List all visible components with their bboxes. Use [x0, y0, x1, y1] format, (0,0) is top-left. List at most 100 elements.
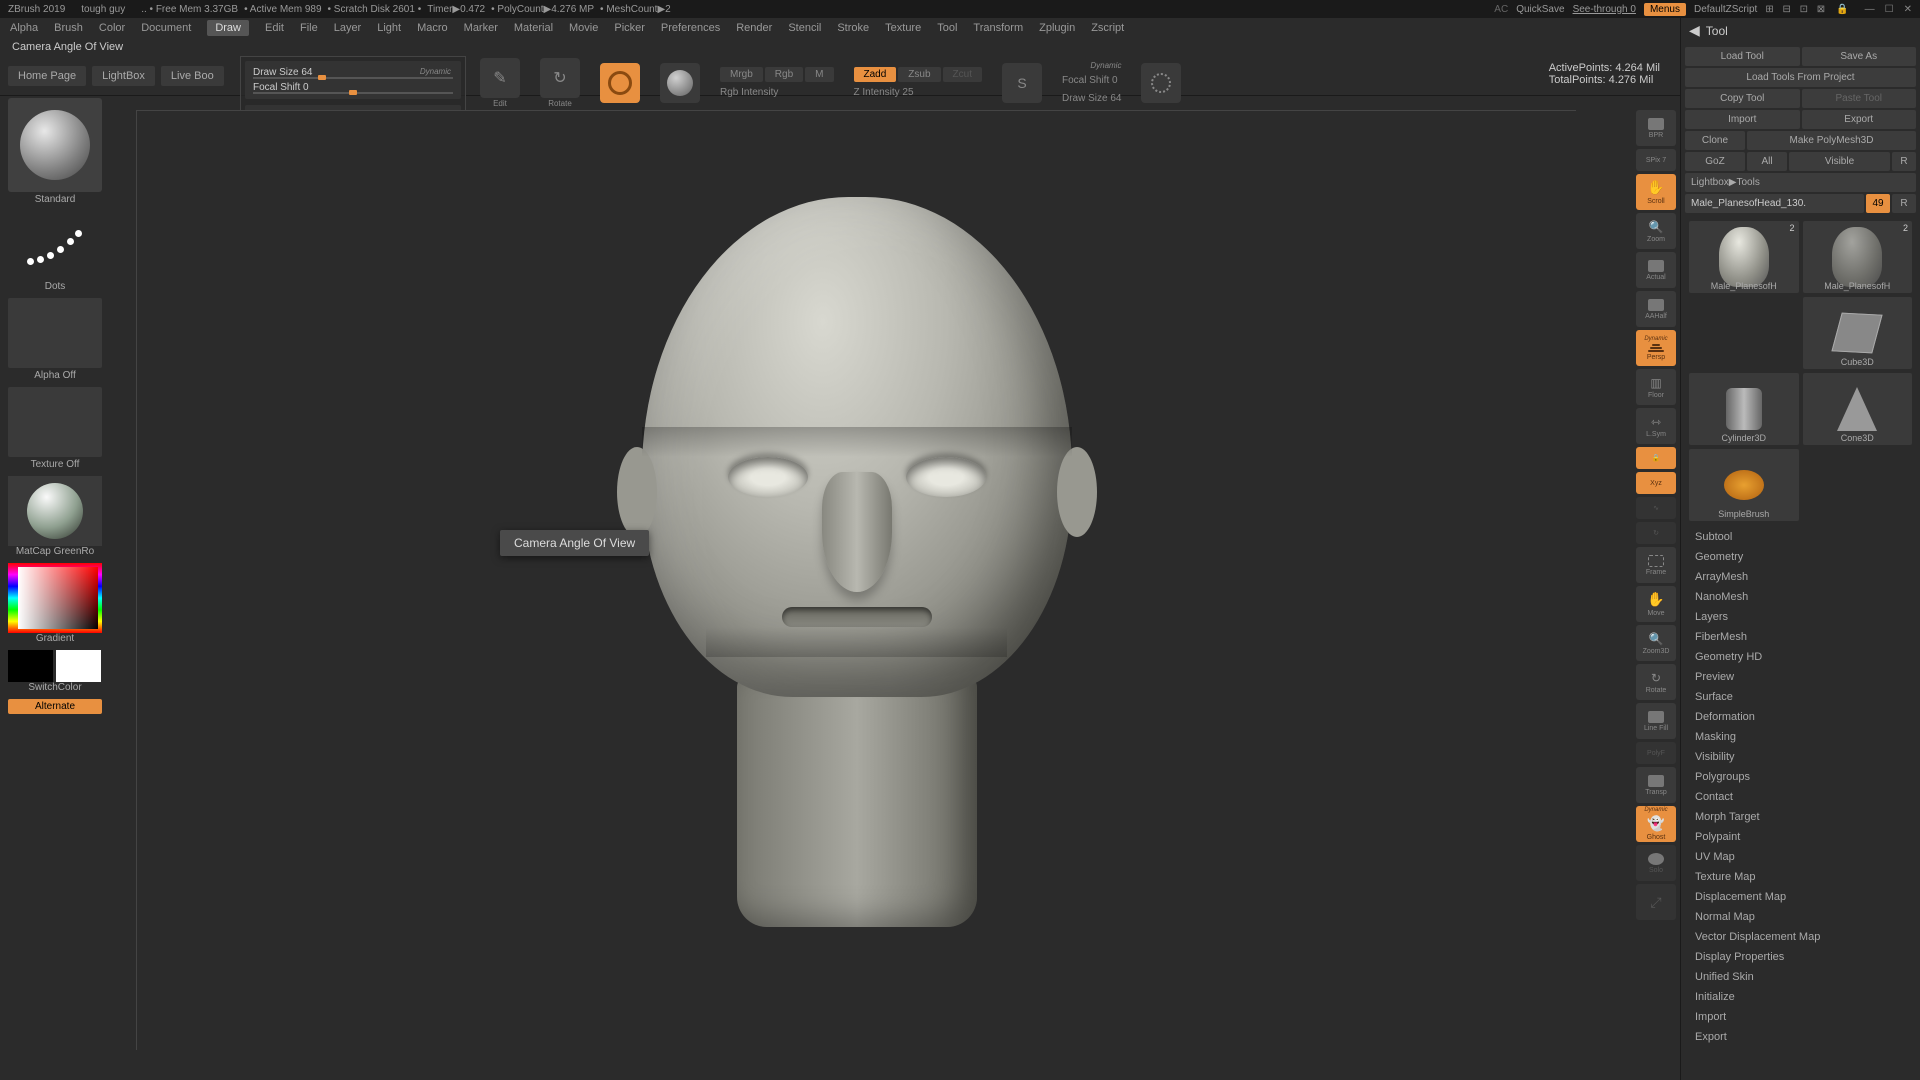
sym-curve-icon[interactable]: ∿ — [1636, 497, 1676, 519]
section-layers[interactable]: Layers — [1681, 607, 1920, 627]
mesh-name[interactable]: Male_PlanesofHead_130. — [1685, 194, 1864, 213]
menu-brush[interactable]: Brush — [54, 22, 83, 34]
menu-marker[interactable]: Marker — [464, 22, 498, 34]
section-displayprops[interactable]: Display Properties — [1681, 947, 1920, 967]
rotate-mode-icon[interactable]: ↻ — [540, 58, 580, 98]
all-button[interactable]: All — [1747, 152, 1787, 171]
menu-movie[interactable]: Movie — [569, 22, 598, 34]
m-button[interactable]: M — [805, 67, 833, 82]
save-as-button[interactable]: Save As — [1802, 47, 1917, 66]
section-polypaint[interactable]: Polypaint — [1681, 827, 1920, 847]
menu-texture[interactable]: Texture — [885, 22, 921, 34]
menu-preferences[interactable]: Preferences — [661, 22, 720, 34]
home-page-button[interactable]: Home Page — [8, 66, 86, 86]
tool-thumb-1[interactable]: 2Male_PlanesofH — [1803, 221, 1913, 293]
minimize-icon[interactable]: — — [1865, 4, 1875, 15]
load-project-button[interactable]: Load Tools From Project — [1685, 68, 1916, 87]
section-export2[interactable]: Export — [1681, 1027, 1920, 1047]
section-geometry[interactable]: Geometry — [1681, 547, 1920, 567]
stroke-thumbnail[interactable] — [8, 211, 102, 281]
lock-icon[interactable]: 🔒 — [1836, 4, 1848, 15]
draw-mode-icon[interactable] — [600, 63, 640, 103]
viewport[interactable] — [136, 110, 1576, 1050]
expand-icon[interactable]: ⤢ — [1636, 884, 1676, 920]
tool-thumb-2[interactable]: Cube3D — [1803, 297, 1913, 369]
section-uvmap[interactable]: UV Map — [1681, 847, 1920, 867]
move-button[interactable]: ✋Move — [1636, 586, 1676, 622]
frame-button[interactable]: Frame — [1636, 547, 1676, 583]
section-contact[interactable]: Contact — [1681, 787, 1920, 807]
section-geometryhd[interactable]: Geometry HD — [1681, 647, 1920, 667]
make-polymesh-button[interactable]: Make PolyMesh3D — [1747, 131, 1916, 150]
z-intensity-slider[interactable]: Z Intensity 25 — [854, 85, 982, 100]
focal-shift-slider[interactable]: Focal Shift 0 — [1062, 73, 1121, 88]
section-nanomesh[interactable]: NanoMesh — [1681, 587, 1920, 607]
brush-thumbnail[interactable] — [8, 98, 102, 192]
section-displacementmap[interactable]: Displacement Map — [1681, 887, 1920, 907]
section-surface[interactable]: Surface — [1681, 687, 1920, 707]
menu-transform[interactable]: Transform — [973, 22, 1023, 34]
menu-color[interactable]: Color — [99, 22, 125, 34]
clone-button[interactable]: Clone — [1685, 131, 1745, 150]
brush-size-preview-icon[interactable] — [1141, 63, 1181, 103]
rgb-intensity-slider[interactable]: Rgb Intensity — [720, 85, 834, 100]
menu-layer[interactable]: Layer — [334, 22, 362, 34]
bpr-button[interactable]: BPR — [1636, 110, 1676, 146]
menu-light[interactable]: Light — [377, 22, 401, 34]
alternate-button[interactable]: Alternate — [8, 699, 102, 714]
sculpt-mesh[interactable] — [642, 197, 1072, 927]
sym-rotate-icon[interactable]: ↻ — [1636, 522, 1676, 544]
menu-zscript[interactable]: Zscript — [1091, 22, 1124, 34]
section-morphtarget[interactable]: Morph Target — [1681, 807, 1920, 827]
import-button[interactable]: Import — [1685, 110, 1800, 129]
section-import2[interactable]: Import — [1681, 1007, 1920, 1027]
seethrough-slider[interactable]: See-through 0 — [1573, 4, 1636, 15]
menu-picker[interactable]: Picker — [614, 22, 645, 34]
rotate3d-button[interactable]: ↻Rotate — [1636, 664, 1676, 700]
menu-stroke[interactable]: Stroke — [837, 22, 869, 34]
tool-thumb-3[interactable]: Cylinder3D — [1689, 373, 1799, 445]
color-swatch-white[interactable] — [56, 650, 101, 682]
section-deformation[interactable]: Deformation — [1681, 707, 1920, 727]
tool-thumb-0[interactable]: 2Male_PlanesofH — [1689, 221, 1799, 293]
section-subtool[interactable]: Subtool — [1681, 527, 1920, 547]
menu-zplugin[interactable]: Zplugin — [1039, 22, 1075, 34]
zoom-button[interactable]: 🔍Zoom — [1636, 213, 1676, 249]
texture-thumbnail[interactable] — [8, 387, 102, 457]
tool-header[interactable]: ◀Tool — [1681, 18, 1920, 43]
spix-slider[interactable]: SPix 7 — [1636, 149, 1676, 171]
section-arraymesh[interactable]: ArrayMesh — [1681, 567, 1920, 587]
floor-button[interactable]: ▥Floor — [1636, 369, 1676, 405]
persp-button[interactable]: DynamicPersp — [1636, 330, 1676, 366]
s-curve-icon[interactable]: S — [1002, 63, 1042, 103]
load-tool-button[interactable]: Load Tool — [1685, 47, 1800, 66]
layout-icons[interactable]: ⊞ ⊟ ⊡ ⊠ — [1765, 4, 1828, 15]
quicksave-button[interactable]: QuickSave — [1516, 4, 1564, 15]
color-swatch-black[interactable] — [8, 650, 53, 682]
lsym-button[interactable]: ⇿L.Sym — [1636, 408, 1676, 444]
zadd-button[interactable]: Zadd — [854, 67, 897, 82]
section-visibility[interactable]: Visibility — [1681, 747, 1920, 767]
menu-material[interactable]: Material — [514, 22, 553, 34]
section-vdm[interactable]: Vector Displacement Map — [1681, 927, 1920, 947]
menu-file[interactable]: File — [300, 22, 318, 34]
aahalf-button[interactable]: AAHalf — [1636, 291, 1676, 327]
lock-sym-icon[interactable]: 🔒 — [1636, 447, 1676, 469]
visible-button[interactable]: Visible — [1789, 152, 1890, 171]
goz-button[interactable]: GoZ — [1685, 152, 1745, 171]
edit-mode-icon[interactable]: ✎ — [480, 58, 520, 98]
lightbox-tools-button[interactable]: Lightbox▶Tools — [1685, 173, 1916, 192]
menu-draw[interactable]: Draw — [207, 20, 249, 36]
mesh-num[interactable]: 49 — [1866, 194, 1890, 213]
menu-document[interactable]: Document — [141, 22, 191, 34]
live-boolean-button[interactable]: Live Boo — [161, 66, 224, 86]
ghost-button[interactable]: Dynamic👻Ghost — [1636, 806, 1676, 842]
section-fibermesh[interactable]: FiberMesh — [1681, 627, 1920, 647]
section-initialize[interactable]: Initialize — [1681, 987, 1920, 1007]
gradient-sphere-icon[interactable] — [660, 63, 700, 103]
section-texturemap[interactable]: Texture Map — [1681, 867, 1920, 887]
menus-button[interactable]: Menus — [1644, 3, 1686, 16]
draw-size-row[interactable]: Draw Size 64 Dynamic — [249, 65, 457, 80]
section-normalmap[interactable]: Normal Map — [1681, 907, 1920, 927]
solo-button[interactable]: Solo — [1636, 845, 1676, 881]
